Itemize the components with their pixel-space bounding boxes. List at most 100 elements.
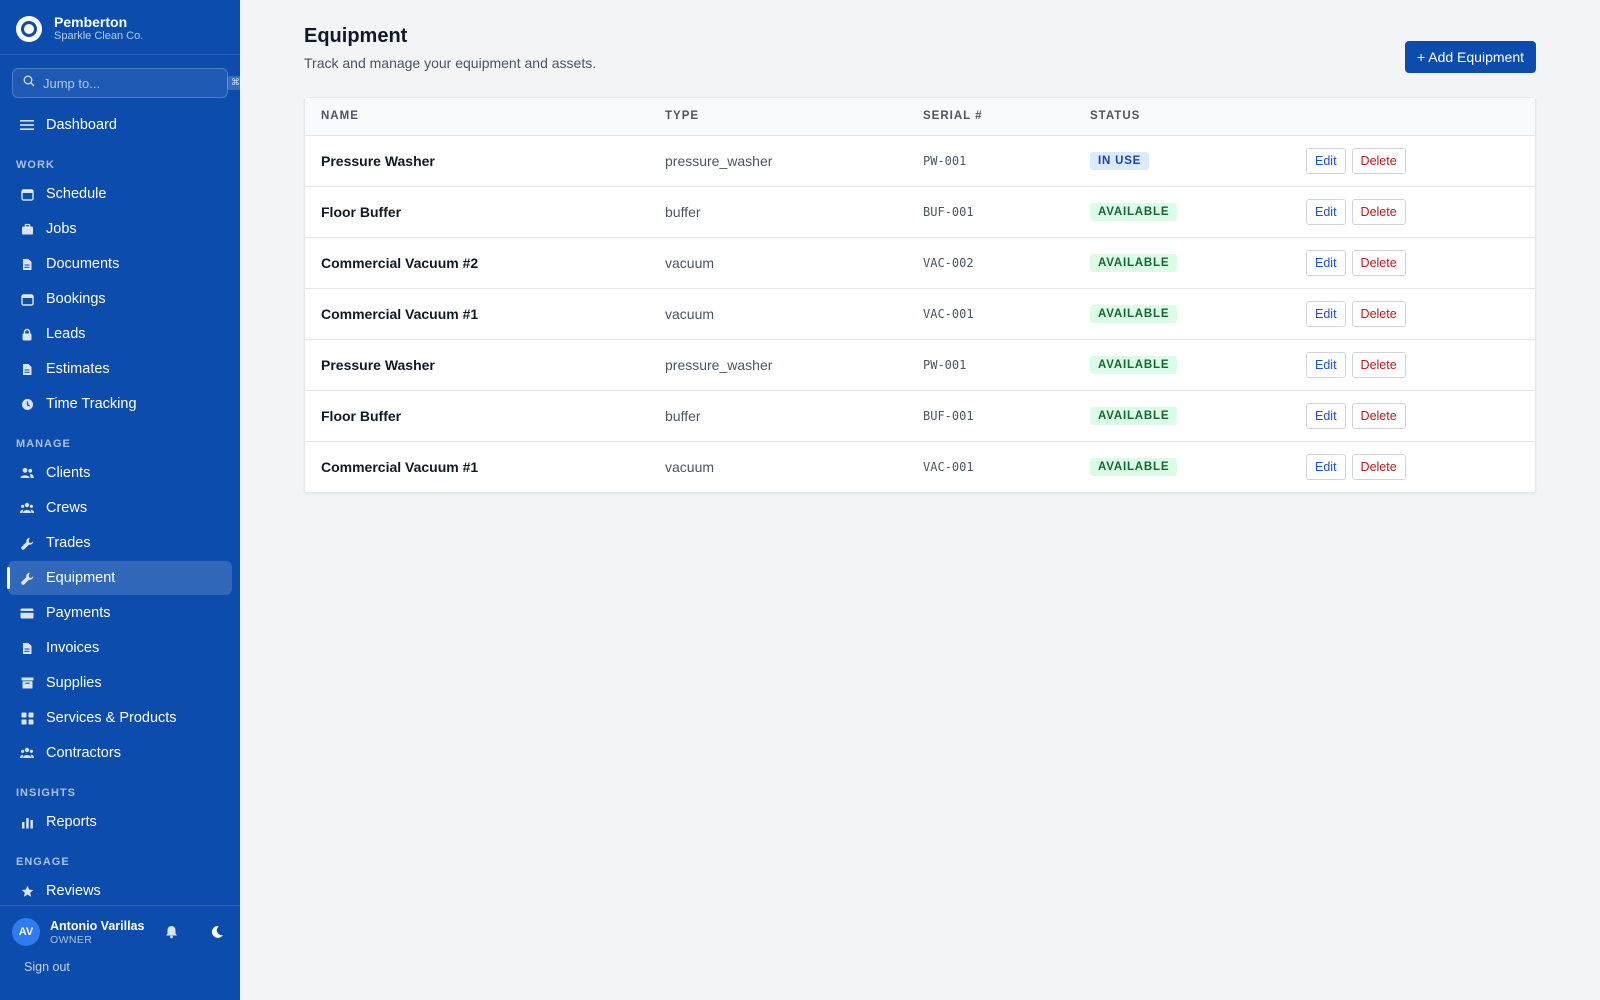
sidebar-item-reports[interactable]: Reports — [8, 805, 232, 839]
equipment-type: vacuum — [649, 288, 907, 340]
calendar-icon — [20, 292, 34, 306]
sidebar-item-label: Crews — [46, 500, 88, 516]
sidebar-item-label: Invoices — [46, 640, 100, 656]
equipment-status-cell: IN USE — [1074, 135, 1290, 187]
sidebar-item-trades[interactable]: Trades — [8, 526, 232, 560]
sidebar-item-label: Equipment — [46, 570, 116, 586]
user-bar: AV Antonio Varillas OWNER Sign out — [0, 905, 240, 1000]
delete-button[interactable]: Delete — [1351, 300, 1406, 327]
clock-icon — [20, 397, 34, 411]
equipment-name: Pressure Washer — [305, 339, 649, 391]
column-header-status: STATUS — [1074, 98, 1290, 136]
sidebar-item-label: Trades — [46, 535, 91, 551]
sidebar-item-label: Estimates — [46, 361, 110, 377]
table-row: Floor Buffer buffer BUF-001 AVAILABLE Edit De… — [305, 390, 1535, 442]
edit-button[interactable]: Edit — [1306, 249, 1346, 276]
brand-subtitle: Sparkle Clean Co. — [54, 30, 144, 42]
equipment-serial: VAC-001 — [907, 288, 1074, 340]
table-row: Pressure Washer pressure_washer PW-001 IN U… — [305, 135, 1535, 187]
table-row: Pressure Washer pressure_washer PW-001 AVAI… — [305, 339, 1535, 391]
bell-icon[interactable] — [160, 921, 182, 943]
jump-search-input[interactable] — [43, 75, 219, 91]
delete-button[interactable]: Delete — [1351, 198, 1406, 225]
equipment-status-cell: AVAILABLE — [1074, 339, 1290, 391]
sidebar-item-label: Jobs — [46, 221, 77, 237]
page-title: Equipment — [304, 25, 408, 47]
credit-card-icon — [20, 606, 34, 620]
delete-button[interactable]: Delete — [1351, 147, 1406, 174]
edit-button[interactable]: Edit — [1306, 351, 1346, 378]
sidebar-item-schedule[interactable]: Schedule — [8, 177, 232, 211]
wrench-icon — [20, 571, 34, 585]
sidebar-item-dashboard[interactable]: Dashboard — [8, 108, 232, 142]
work-nav-list: Schedule Jobs Documents Bookings Leads Estima… — [0, 177, 240, 421]
row-actions: Edit Delete — [1290, 288, 1535, 340]
sidebar-item-documents[interactable]: Documents — [8, 247, 232, 281]
table-row: Commercial Vacuum #2 vacuum VAC-002 AVAILAB… — [305, 237, 1535, 289]
sidebar-item-contractors[interactable]: Contractors — [8, 736, 232, 770]
table-header-row: NAME TYPE SERIAL # STATUS — [305, 98, 1535, 136]
equipment-table-body: Pressure Washer pressure_washer PW-001 IN U… — [305, 135, 1535, 492]
sidebar-item-crews[interactable]: Crews — [8, 491, 232, 525]
avatar[interactable]: AV — [12, 918, 40, 946]
sidebar-item-estimates[interactable]: Estimates — [8, 352, 232, 386]
delete-button[interactable]: Delete — [1351, 402, 1406, 429]
sidebar-item-label: Time Tracking — [46, 396, 137, 412]
section-label-manage: MANAGE — [16, 438, 71, 450]
document-icon — [20, 641, 34, 655]
table-row: Floor Buffer buffer BUF-001 AVAILABLE Edit De… — [305, 186, 1535, 238]
moon-icon[interactable] — [206, 921, 228, 943]
edit-button[interactable]: Edit — [1306, 198, 1346, 225]
equipment-name: Floor Buffer — [305, 390, 649, 442]
sidebar-item-label: Supplies — [46, 675, 102, 691]
sidebar-item-services-and-products[interactable]: Services & Products — [8, 701, 232, 735]
sidebar-item-supplies[interactable]: Supplies — [8, 666, 232, 700]
sidebar-item-invoices[interactable]: Invoices — [8, 631, 232, 665]
section-label-insights: INSIGHTS — [16, 787, 76, 799]
equipment-type: vacuum — [649, 237, 907, 289]
edit-button[interactable]: Edit — [1306, 300, 1346, 327]
page-subtitle: Track and manage your equipment and asse… — [304, 55, 597, 71]
equipment-serial: BUF-001 — [907, 186, 1074, 238]
equipment-name: Commercial Vacuum #1 — [321, 458, 479, 475]
brand-header[interactable]: Pemberton Sparkle Clean Co. — [0, 0, 240, 55]
jump-search[interactable]: ⌘K — [12, 68, 240, 98]
sidebar-item-jobs[interactable]: Jobs — [8, 212, 232, 246]
bar-chart-icon — [20, 815, 34, 829]
sidebar-item-time-tracking[interactable]: Time Tracking — [8, 387, 232, 421]
sidebar-item-leads[interactable]: Leads — [8, 317, 232, 351]
engage-nav-list: Reviews — [0, 874, 240, 908]
column-header-actions — [1290, 98, 1535, 136]
equipment-serial: VAC-002 — [907, 237, 1074, 289]
sidebar: Pemberton Sparkle Clean Co. ⌘K Dashboard… — [0, 0, 240, 1000]
status-badge: AVAILABLE — [1090, 407, 1178, 425]
delete-button[interactable]: Delete — [1351, 249, 1406, 276]
equipment-table: NAME TYPE SERIAL # STATUS Pressure Washe… — [305, 98, 1535, 492]
add-equipment-button[interactable]: + Add Equipment — [1404, 41, 1536, 73]
section-label-engage: ENGAGE — [16, 856, 70, 868]
status-badge: AVAILABLE — [1090, 458, 1178, 477]
equipment-serial: PW-001 — [907, 339, 1074, 391]
delete-button[interactable]: Delete — [1351, 453, 1406, 480]
sidebar-item-clients[interactable]: Clients — [8, 456, 232, 490]
equipment-type: pressure_washer — [649, 339, 907, 391]
sign-out-link[interactable]: Sign out — [0, 946, 240, 974]
sidebar-item-bookings[interactable]: Bookings — [8, 282, 232, 316]
group-icon — [20, 501, 34, 515]
sidebar-item-reviews[interactable]: Reviews — [8, 874, 232, 908]
edit-button[interactable]: Edit — [1306, 402, 1346, 429]
edit-button[interactable]: Edit — [1306, 453, 1346, 480]
sidebar-item-payments[interactable]: Payments — [8, 596, 232, 630]
sidebar-item-equipment[interactable]: Equipment — [7, 561, 232, 595]
status-badge: AVAILABLE — [1090, 356, 1178, 374]
sidebar-item-label: Services & Products — [46, 710, 177, 726]
equipment-type: vacuum — [665, 458, 715, 475]
sidebar-item-label: Documents — [46, 256, 120, 272]
status-badge: AVAILABLE — [1090, 203, 1178, 221]
delete-button[interactable]: Delete — [1351, 351, 1406, 378]
user-name: Antonio Varillas — [50, 918, 145, 933]
wrench-icon — [20, 536, 34, 550]
edit-button[interactable]: Edit — [1306, 147, 1346, 174]
status-badge: IN USE — [1090, 152, 1150, 170]
manage-nav-list: Clients Crews Trades Equipment Payments Invoi… — [0, 456, 240, 770]
